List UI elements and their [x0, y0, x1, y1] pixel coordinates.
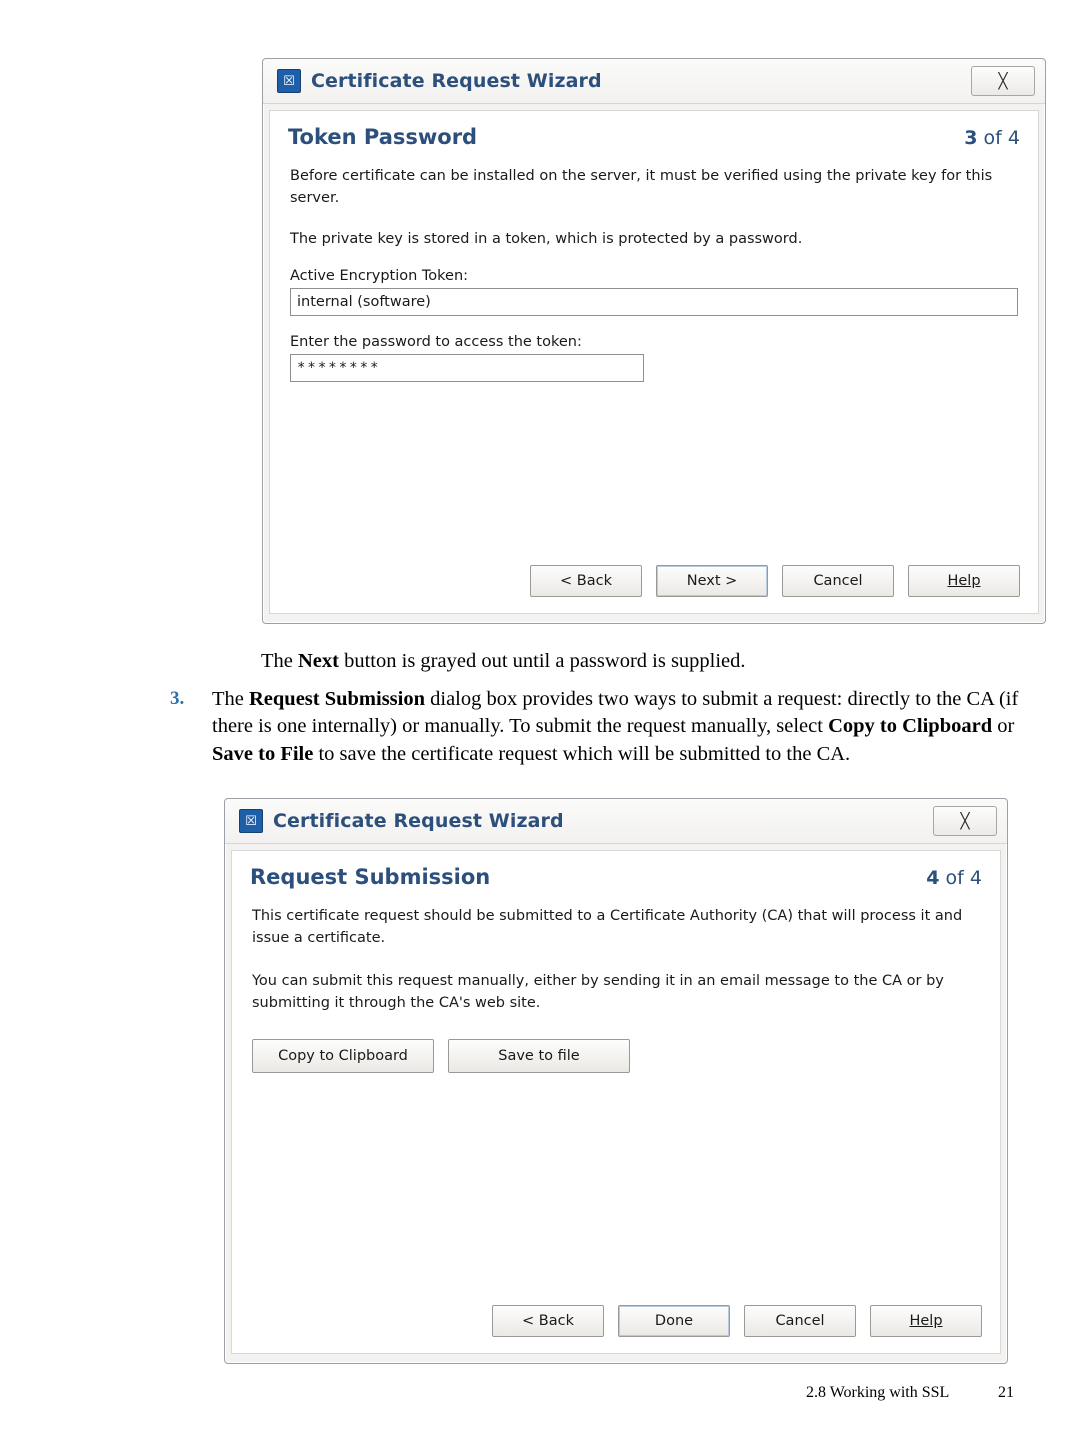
close-glyph: ╳	[998, 72, 1008, 90]
done-button[interactable]: Done	[618, 1305, 730, 1337]
token-password-input[interactable]: ********	[290, 354, 644, 383]
dialog-titlebar: ☒ Certificate Request Wizard ╳	[263, 59, 1045, 104]
back-button[interactable]: < Back	[492, 1305, 604, 1337]
step-indicator: 3 of 4	[964, 127, 1020, 149]
dialog-button-row: < Back Next > Cancel Help	[530, 565, 1020, 597]
done-button-label: Done	[654, 1313, 694, 1329]
step-total: of 4	[977, 127, 1020, 149]
step3-bold-to-clipboard: to Clipboard	[879, 715, 993, 738]
cancel-button[interactable]: Cancel	[744, 1305, 856, 1337]
close-icon[interactable]: ╳	[933, 806, 997, 836]
intro-paragraph-2: You can submit this request manually, ei…	[252, 972, 944, 1012]
dialog-title: Certificate Request Wizard	[311, 70, 602, 92]
next-button[interactable]: Next >	[656, 565, 768, 597]
page-title: Token Password	[288, 125, 478, 149]
back-button-label: < Back	[560, 573, 612, 589]
page-header: Token Password 3 of 4	[270, 111, 1038, 155]
step3-bold-request-submission: Request Submission	[249, 688, 426, 710]
footer-page-number: 21	[998, 1384, 1014, 1401]
note-bold-term: Next	[298, 650, 339, 672]
dialog-titlebar: ☒ Certificate Request Wizard ╳	[225, 799, 1007, 844]
cancel-button-label: Cancel	[813, 573, 863, 589]
note-text-before: The	[261, 650, 298, 672]
certificate-wizard-icon: ☒	[239, 809, 263, 833]
note-text-after: button is grayed out until a password is…	[338, 650, 746, 672]
back-button-label: < Back	[522, 1313, 574, 1329]
next-button-label: Next >	[686, 573, 738, 589]
copy-to-clipboard-label: Copy to Clipboard	[278, 1047, 408, 1064]
certificate-wizard-icon: ☒	[277, 69, 301, 93]
dialog-button-row: < Back Done Cancel Help	[492, 1305, 982, 1337]
step-indicator: 4 of 4	[926, 867, 982, 889]
step3-paragraph: The Request Submission dialog box provid…	[212, 686, 1042, 768]
help-button[interactable]: Help	[908, 565, 1020, 597]
save-to-file-button[interactable]: Save to file	[448, 1038, 630, 1073]
close-icon[interactable]: ╳	[971, 66, 1035, 96]
token-password-label: Enter the password to access the token:	[290, 334, 582, 351]
save-to-file-label: Save to file	[498, 1047, 580, 1064]
intro-paragraph-1: This certificate request should be submi…	[252, 908, 963, 947]
cancel-button-label: Cancel	[775, 1313, 825, 1329]
step-current: 3	[964, 127, 978, 149]
step3-line1-c: dialog box provides two ways to submit a…	[425, 688, 932, 710]
page-header: Request Submission 4 of 4	[232, 851, 1000, 895]
copy-to-clipboard-button[interactable]: Copy to Clipboard	[252, 1038, 434, 1073]
step3-bold-save-to-file: Save to File	[212, 742, 314, 765]
active-encryption-token-field[interactable]: internal (software)	[290, 288, 1018, 317]
submission-action-row: Copy to Clipboard Save to file	[232, 1038, 1000, 1073]
active-encryption-token-label: Active Encryption Token:	[290, 268, 469, 285]
step3-line3-b: or	[992, 715, 1015, 738]
step3-bold-copy: Copy	[828, 715, 875, 738]
dialog-title: Certificate Request Wizard	[273, 810, 564, 832]
certificate-request-wizard-dialog-step3: ☒ Certificate Request Wizard ╳ Token Pas…	[262, 58, 1046, 624]
cancel-button[interactable]: Cancel	[782, 565, 894, 597]
intro-paragraph-1: Before certificate can be installed on t…	[290, 168, 993, 207]
dialog-body: Token Password 3 of 4 Before certificate…	[269, 110, 1039, 614]
step-current: 4	[926, 867, 940, 889]
footer-section-label: 2.8 Working with SSL	[806, 1384, 950, 1401]
page-title: Request Submission	[250, 865, 491, 889]
step-total: of 4	[939, 867, 982, 889]
note-paragraph: The Next button is grayed out until a pa…	[261, 648, 1041, 675]
help-button[interactable]: Help	[870, 1305, 982, 1337]
help-button-label: Help	[947, 573, 981, 589]
close-glyph: ╳	[960, 812, 970, 830]
intro-paragraph-2: The private key is stored in a token, wh…	[290, 230, 803, 247]
active-encryption-token-value: internal (software)	[297, 294, 431, 311]
step3-line1-a: The	[212, 688, 249, 710]
list-number-3: 3.	[170, 688, 185, 709]
dialog-body: Request Submission 4 of 4 This certifica…	[231, 850, 1001, 1354]
certificate-request-wizard-dialog-step4: ☒ Certificate Request Wizard ╳ Request S…	[224, 798, 1008, 1364]
back-button[interactable]: < Back	[530, 565, 642, 597]
token-password-value: ********	[297, 360, 381, 377]
help-button-label: Help	[909, 1313, 943, 1329]
step3-line3-d: to save the certificate request which wi…	[313, 742, 812, 765]
step3-line4: CA.	[816, 742, 851, 765]
